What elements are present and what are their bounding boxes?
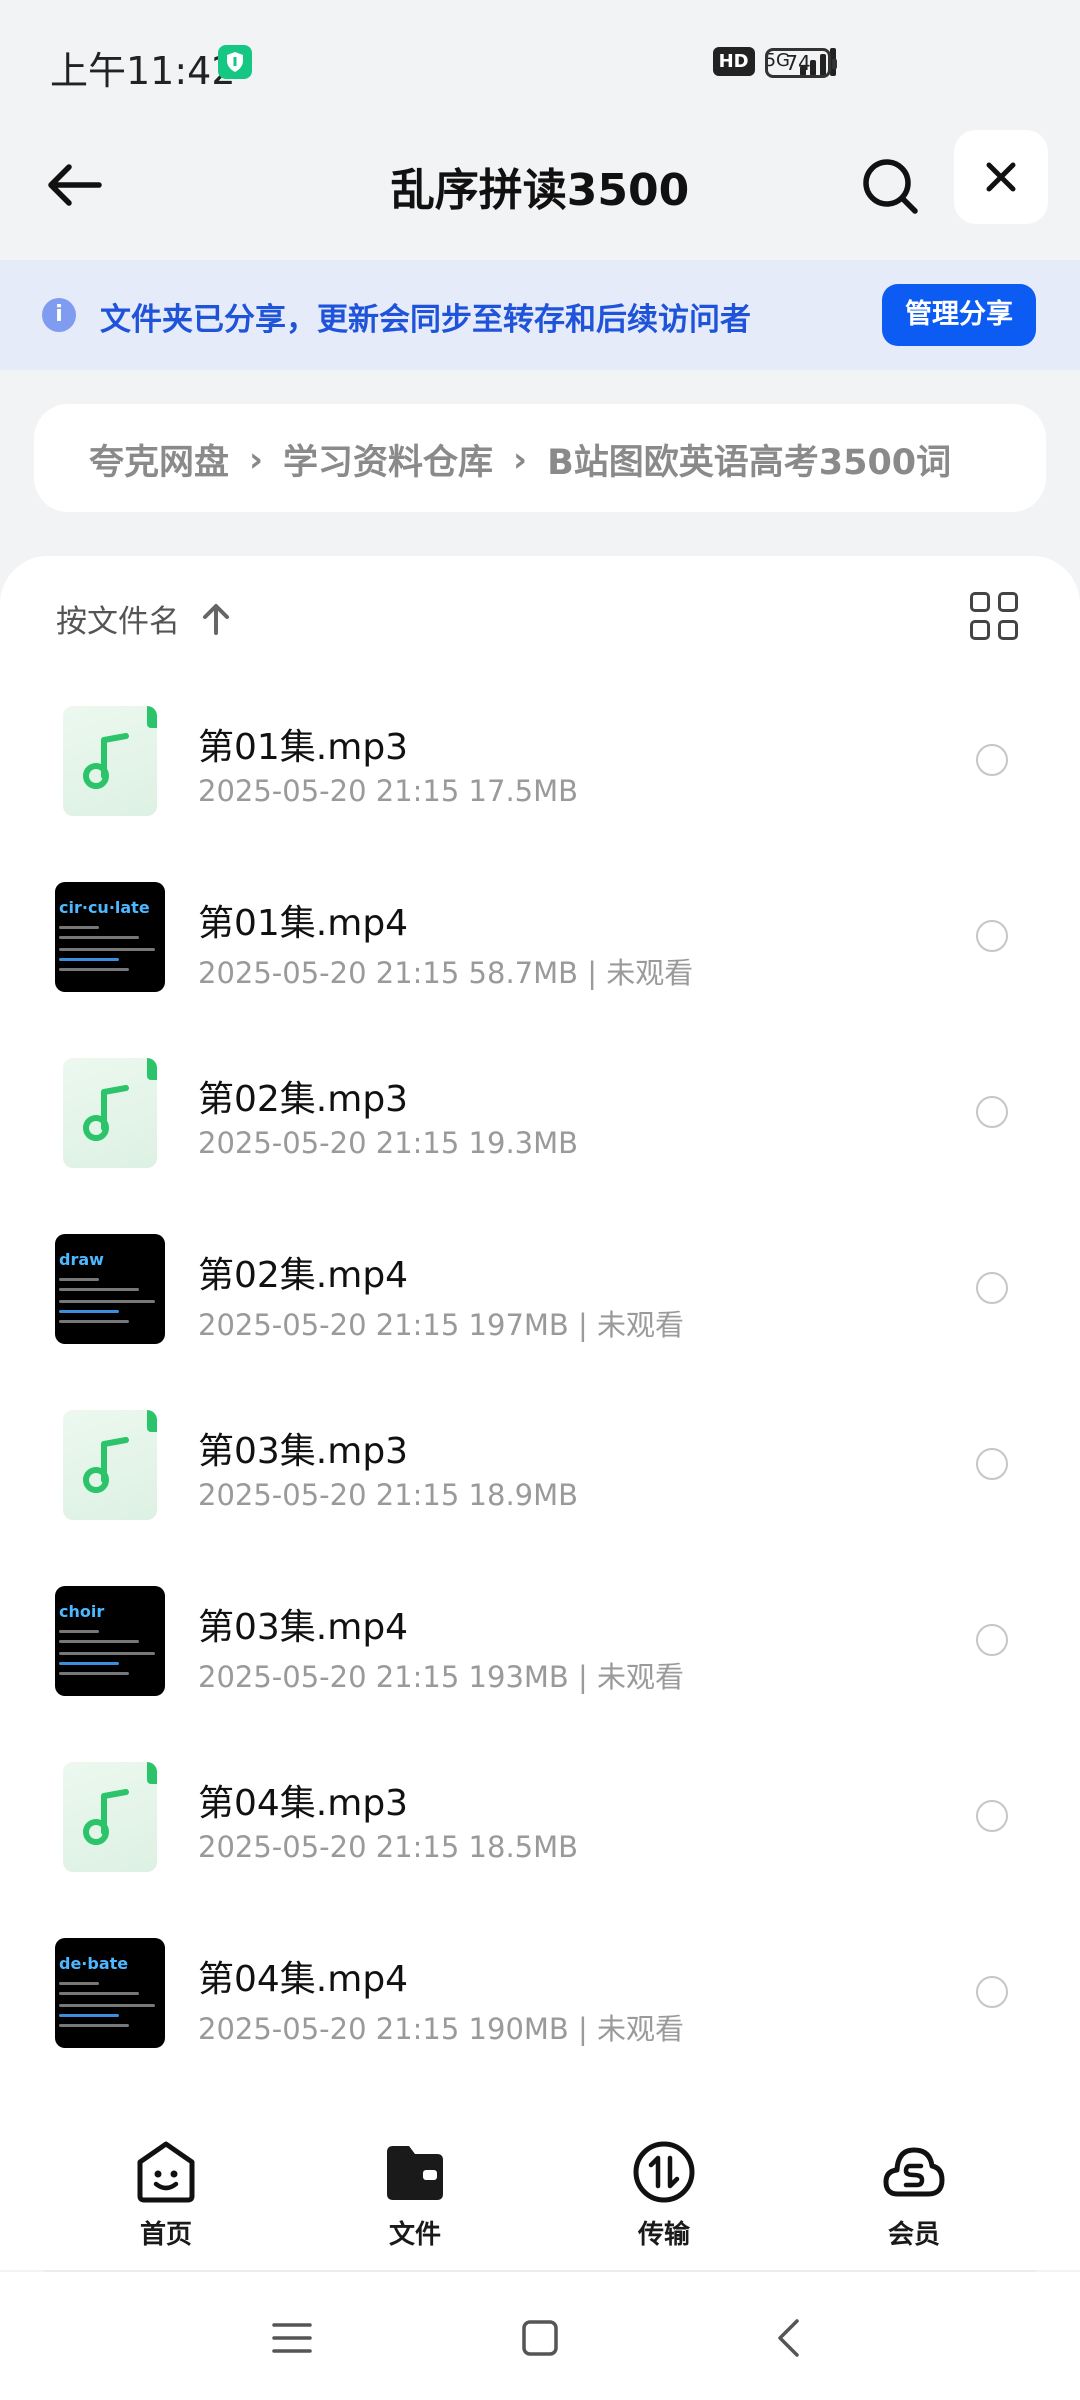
nav-item-transfer[interactable]: 传输: [599, 2140, 729, 2251]
file-row[interactable]: 第03集.mp3 2025-05-20 21:15 18.9MB: [0, 1394, 1080, 1570]
file-row[interactable]: choir 第03集.mp4 2025-05-20 21:15 193MB | …: [0, 1570, 1080, 1746]
video-thumbnail-word: cir·cu·late: [59, 898, 150, 917]
home-square-icon: [522, 2320, 558, 2356]
select-checkbox[interactable]: [976, 1976, 1008, 2008]
file-name: 第01集.mp4: [198, 903, 409, 944]
close-icon: [986, 162, 1016, 192]
system-nav: [0, 2272, 1080, 2400]
transfer-icon: [633, 2141, 695, 2203]
file-name: 第04集.mp4: [198, 1959, 409, 2000]
status-time: 上午11:42: [50, 49, 236, 93]
file-row[interactable]: draw 第02集.mp4 2025-05-20 21:15 197MB | 未…: [0, 1218, 1080, 1394]
file-name: 第03集.mp3: [198, 1431, 409, 1472]
sort-control[interactable]: 按文件名: [56, 596, 230, 641]
breadcrumb-item-current[interactable]: B站图欧英语高考3500词: [547, 434, 951, 485]
share-banner-text: 文件夹已分享，更新会同步至转存和后续访问者: [100, 302, 751, 338]
video-thumbnail-word: choir: [59, 1602, 105, 1621]
status-bar: 上午11:42 HD 5G 74: [0, 0, 1080, 120]
close-button[interactable]: [954, 130, 1048, 224]
file-meta: 2025-05-20 21:15 17.5MB: [198, 774, 579, 808]
hd-badge: HD: [712, 46, 755, 76]
file-panel: 按文件名 第01集.mp3 2025-05-20 21:15 17.5MB ci…: [0, 556, 1080, 2156]
breadcrumb: 夸克网盘 › 学习资料仓库 › B站图欧英语高考3500词: [34, 404, 1046, 512]
select-checkbox[interactable]: [976, 1448, 1008, 1480]
file-row[interactable]: 第04集.mp3 2025-05-20 21:15 18.5MB: [0, 1746, 1080, 1922]
select-checkbox[interactable]: [976, 744, 1008, 776]
shield-icon: [218, 45, 252, 79]
header: 乱序拼读3500: [0, 120, 1080, 260]
bottom-nav: 首页 文件 传输 会员: [0, 2120, 1080, 2270]
chevron-right-icon: ›: [249, 439, 264, 480]
sort-label: 按文件名: [56, 604, 180, 640]
search-icon: [863, 159, 918, 214]
chevron-right-icon: ›: [513, 439, 528, 480]
nav-item-vip[interactable]: 会员: [849, 2140, 979, 2251]
nav-label-transfer: 传输: [637, 2220, 690, 2250]
audio-file-icon: [63, 706, 157, 816]
battery-icon: 74: [765, 48, 837, 78]
select-checkbox[interactable]: [976, 1272, 1008, 1304]
file-meta: 2025-05-20 21:15 197MB | 未观看: [198, 1308, 685, 1342]
select-checkbox[interactable]: [976, 1800, 1008, 1832]
file-meta: 2025-05-20 21:15 18.9MB: [198, 1478, 579, 1512]
file-row[interactable]: 第02集.mp3 2025-05-20 21:15 19.3MB: [0, 1042, 1080, 1218]
folder-icon: [387, 2146, 443, 2200]
grid-view-icon[interactable]: [970, 592, 1022, 644]
nav-item-home[interactable]: 首页: [101, 2140, 231, 2251]
file-meta: 2025-05-20 21:15 190MB | 未观看: [198, 2012, 685, 2046]
menu-button[interactable]: [264, 2310, 320, 2366]
manage-share-button[interactable]: 管理分享: [882, 284, 1036, 346]
search-button[interactable]: [852, 148, 928, 224]
file-meta: 2025-05-20 21:15 19.3MB: [198, 1126, 579, 1160]
video-thumbnail: draw: [55, 1234, 165, 1344]
info-icon: i: [42, 298, 76, 332]
system-back-button[interactable]: [760, 2310, 816, 2366]
select-checkbox[interactable]: [976, 1096, 1008, 1128]
file-meta: 2025-05-20 21:15 18.5MB: [198, 1830, 579, 1864]
file-row[interactable]: cir·cu·late 第01集.mp4 2025-05-20 21:15 58…: [0, 866, 1080, 1042]
audio-file-icon: [63, 1410, 157, 1520]
file-name: 第04集.mp3: [198, 1783, 409, 1824]
file-name: 第01集.mp3: [198, 727, 409, 768]
select-checkbox[interactable]: [976, 920, 1008, 952]
video-thumbnail-word: draw: [59, 1250, 104, 1269]
share-banner: i 文件夹已分享，更新会同步至转存和后续访问者 管理分享: [0, 260, 1080, 370]
file-name: 第03集.mp4: [198, 1607, 409, 1648]
video-thumbnail: choir: [55, 1586, 165, 1696]
video-thumbnail-word: de·bate: [59, 1954, 129, 1973]
nav-label-vip: 会员: [887, 2220, 940, 2250]
audio-file-icon: [63, 1058, 157, 1168]
file-list: 第01集.mp3 2025-05-20 21:15 17.5MB cir·cu·…: [0, 690, 1080, 2098]
video-thumbnail: cir·cu·late: [55, 882, 165, 992]
file-name: 第02集.mp3: [198, 1079, 409, 1120]
vip-cloud-icon: [883, 2147, 945, 2197]
arrow-up-icon: [203, 603, 229, 635]
file-meta: 2025-05-20 21:15 193MB | 未观看: [198, 1660, 685, 1694]
home-button[interactable]: [512, 2310, 568, 2366]
breadcrumb-item-study[interactable]: 学习资料仓库: [283, 434, 493, 485]
menu-icon: [272, 2323, 312, 2353]
file-row[interactable]: 第01集.mp3 2025-05-20 21:15 17.5MB: [0, 690, 1080, 866]
select-checkbox[interactable]: [976, 1624, 1008, 1656]
back-chevron-icon: [778, 2319, 799, 2357]
file-row[interactable]: de·bate 第04集.mp4 2025-05-20 21:15 190MB …: [0, 1922, 1080, 2098]
breadcrumb-item-root[interactable]: 夸克网盘: [89, 434, 229, 485]
file-meta: 2025-05-20 21:15 58.7MB | 未观看: [198, 956, 694, 990]
nav-item-files[interactable]: 文件: [350, 2140, 480, 2251]
file-name: 第02集.mp4: [198, 1255, 409, 1296]
video-thumbnail: de·bate: [55, 1938, 165, 2048]
audio-file-icon: [63, 1762, 157, 1872]
home-smile-icon: [137, 2141, 195, 2203]
nav-label-home: 首页: [139, 2220, 192, 2250]
nav-label-files: 文件: [388, 2220, 441, 2250]
